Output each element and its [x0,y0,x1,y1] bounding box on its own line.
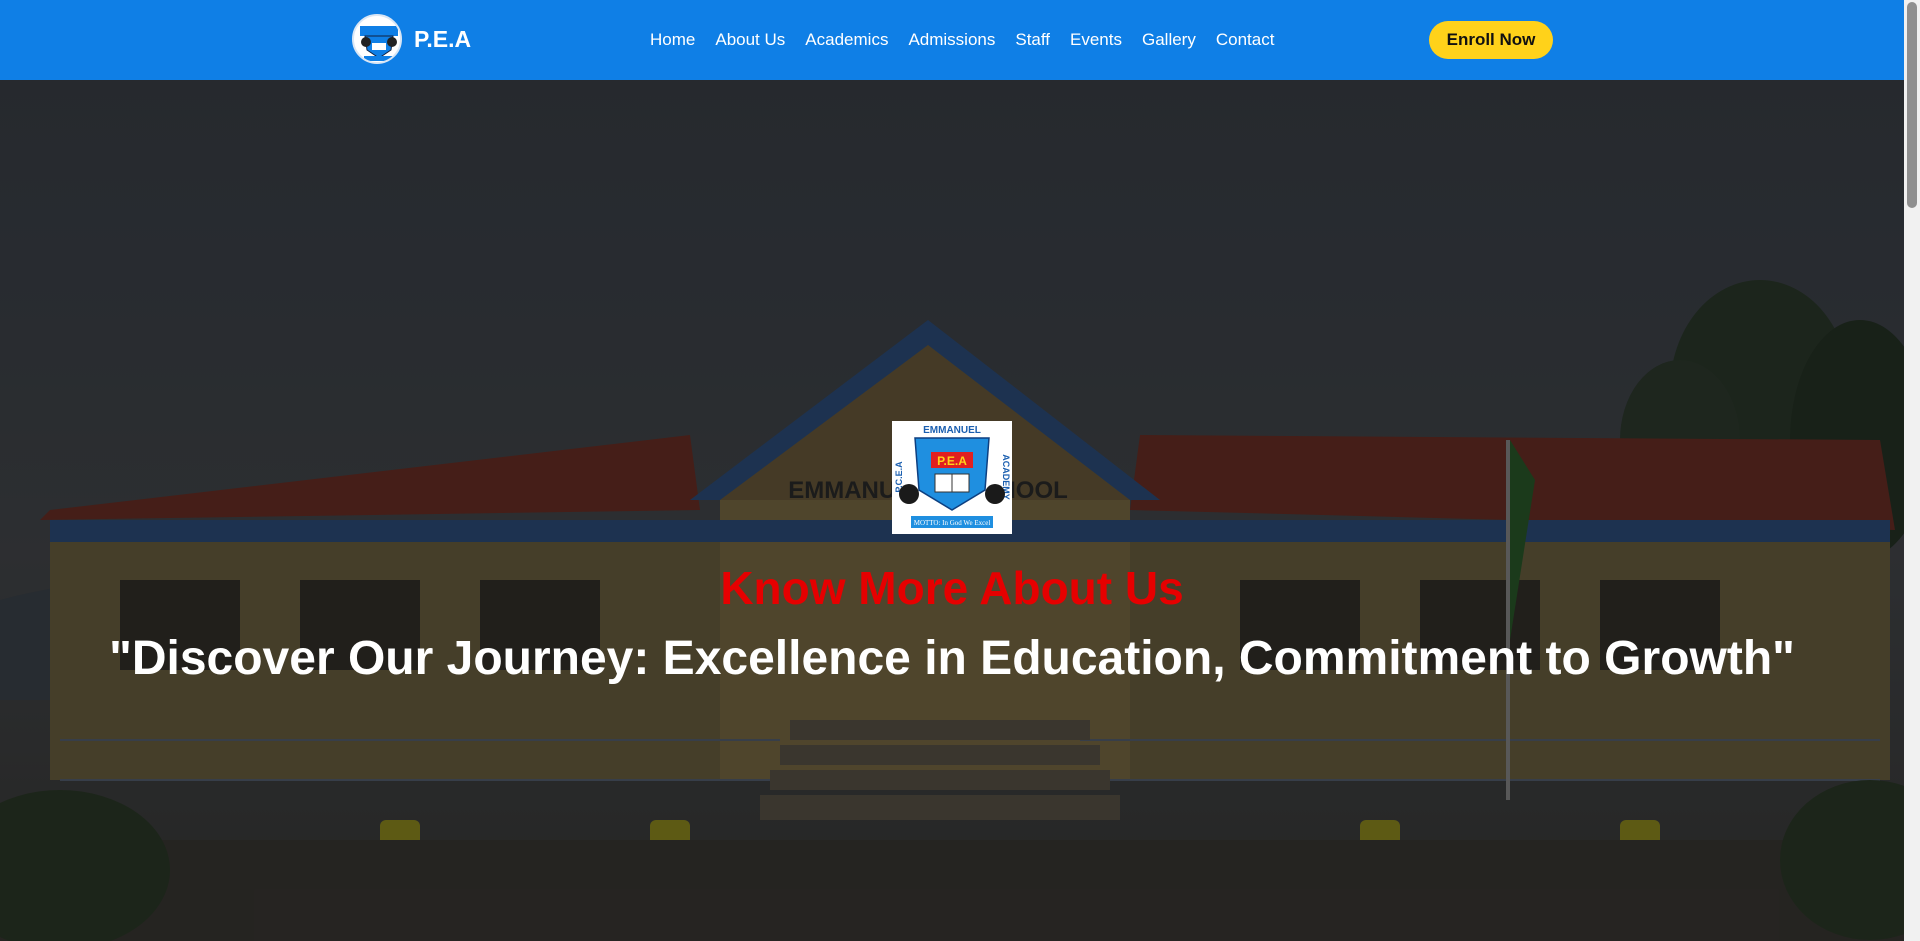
hero-kicker: Know More About Us [720,562,1184,614]
svg-text:P.E.A: P.E.A [937,454,967,468]
brand-logo [352,14,402,64]
scrollbar-thumb[interactable] [1907,2,1917,208]
main-nav: Home About Us Academics Admissions Staff… [650,0,1294,80]
nav-link-home[interactable]: Home [650,30,695,50]
svg-text:MOTTO: In God We Excel: MOTTO: In God We Excel [914,519,991,527]
nav-link-staff[interactable]: Staff [1015,30,1050,50]
school-emblem: EMMANUEL P.C.E.A ACADEMY P.E.A MOTTO: In… [892,421,1012,534]
hero-tagline: "Discover Our Journey: Excellence in Edu… [109,632,1795,685]
nav-link-about-us[interactable]: About Us [715,30,785,50]
nav-link-admissions[interactable]: Admissions [908,30,995,50]
navbar: P.E.A Home About Us Academics Admissions… [0,0,1904,80]
brand[interactable]: P.E.A [352,14,471,64]
nav-link-events[interactable]: Events [1070,30,1122,50]
hero-content: EMMANUEL P.C.E.A ACADEMY P.E.A MOTTO: In… [0,421,1904,686]
page-scrollbar[interactable] [1904,0,1920,941]
brand-name: P.E.A [414,25,472,52]
enroll-now-button[interactable]: Enroll Now [1429,21,1553,59]
svg-text:EMMANUEL: EMMANUEL [923,425,981,436]
nav-link-academics[interactable]: Academics [805,30,888,50]
nav-link-gallery[interactable]: Gallery [1142,30,1196,50]
hero-section: EMMANUEL VESCHOOL [0,80,1904,941]
nav-link-contact[interactable]: Contact [1216,30,1275,50]
